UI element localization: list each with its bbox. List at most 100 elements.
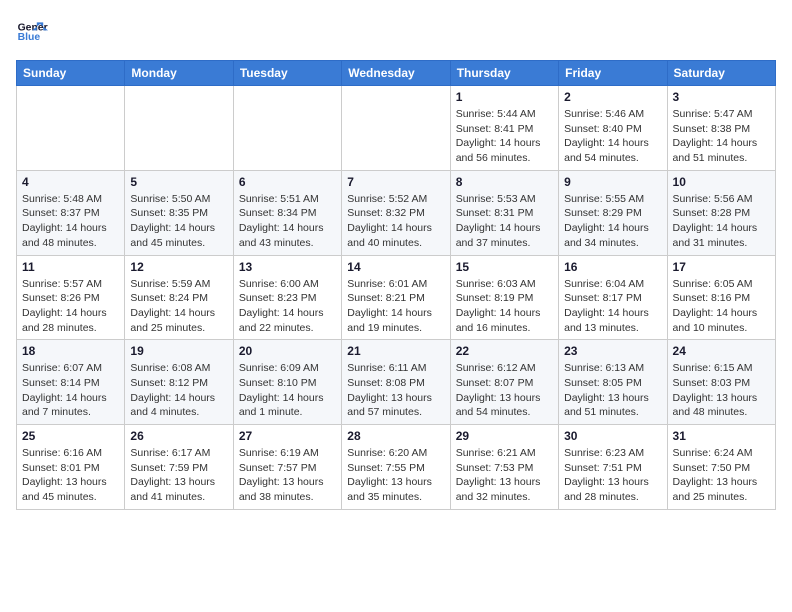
day-info: Sunrise: 5:46 AMSunset: 8:40 PMDaylight:…	[564, 107, 661, 166]
calendar-cell: 29 Sunrise: 6:21 AMSunset: 7:53 PMDayligh…	[450, 425, 558, 510]
day-number: 12	[130, 260, 227, 274]
col-header-tuesday: Tuesday	[233, 61, 341, 86]
day-number: 15	[456, 260, 553, 274]
day-number: 21	[347, 344, 444, 358]
calendar-cell: 9Sunrise: 5:55 AMSunset: 8:29 PMDaylight…	[559, 170, 667, 255]
calendar-cell: 30 Sunrise: 6:23 AMSunset: 7:51 PMDayligh…	[559, 425, 667, 510]
calendar-cell: 20 Sunrise: 6:09 AMSunset: 8:10 PMDayligh…	[233, 340, 341, 425]
day-number: 16	[564, 260, 661, 274]
calendar-cell: 22 Sunrise: 6:12 AMSunset: 8:07 PMDayligh…	[450, 340, 558, 425]
day-info: Sunrise: 6:20 AMSunset: 7:55 PMDaylight:…	[347, 446, 444, 505]
calendar-cell: 25 Sunrise: 6:16 AMSunset: 8:01 PMDayligh…	[17, 425, 125, 510]
day-number: 2	[564, 90, 661, 104]
calendar-week-1: 1 Sunrise: 5:44 AMSunset: 8:41 PMDaylight…	[17, 86, 776, 171]
day-info: Sunrise: 6:07 AMSunset: 8:14 PMDaylight:…	[22, 361, 119, 420]
calendar-cell: 2 Sunrise: 5:46 AMSunset: 8:40 PMDaylight…	[559, 86, 667, 171]
day-number: 27	[239, 429, 336, 443]
day-number: 22	[456, 344, 553, 358]
day-number: 17	[673, 260, 770, 274]
calendar-cell: 24Sunrise: 6:15 AMSunset: 8:03 PMDayligh…	[667, 340, 775, 425]
day-info: Sunrise: 6:00 AMSunset: 8:23 PMDaylight:…	[239, 277, 336, 336]
calendar-cell	[342, 86, 450, 171]
col-header-sunday: Sunday	[17, 61, 125, 86]
logo-icon: General Blue	[16, 16, 48, 48]
day-info: Sunrise: 5:50 AMSunset: 8:35 PMDaylight:…	[130, 192, 227, 251]
svg-text:Blue: Blue	[18, 32, 41, 43]
day-info: Sunrise: 6:13 AMSunset: 8:05 PMDaylight:…	[564, 361, 661, 420]
day-info: Sunrise: 6:23 AMSunset: 7:51 PMDaylight:…	[564, 446, 661, 505]
col-header-monday: Monday	[125, 61, 233, 86]
calendar-cell: 1 Sunrise: 5:44 AMSunset: 8:41 PMDaylight…	[450, 86, 558, 171]
calendar-cell: 31 Sunrise: 6:24 AMSunset: 7:50 PMDayligh…	[667, 425, 775, 510]
page-header: General Blue	[16, 16, 776, 48]
calendar-cell	[233, 86, 341, 171]
day-info: Sunrise: 6:19 AMSunset: 7:57 PMDaylight:…	[239, 446, 336, 505]
calendar-cell: 6Sunrise: 5:51 AMSunset: 8:34 PMDaylight…	[233, 170, 341, 255]
day-number: 23	[564, 344, 661, 358]
day-number: 1	[456, 90, 553, 104]
day-number: 26	[130, 429, 227, 443]
col-header-thursday: Thursday	[450, 61, 558, 86]
day-info: Sunrise: 6:11 AMSunset: 8:08 PMDaylight:…	[347, 361, 444, 420]
day-number: 4	[22, 175, 119, 189]
calendar-cell: 19 Sunrise: 6:08 AMSunset: 8:12 PMDayligh…	[125, 340, 233, 425]
day-info: Sunrise: 5:59 AMSunset: 8:24 PMDaylight:…	[130, 277, 227, 336]
day-info: Sunrise: 5:48 AMSunset: 8:37 PMDaylight:…	[22, 192, 119, 251]
calendar-cell: 10Sunrise: 5:56 AMSunset: 8:28 PMDayligh…	[667, 170, 775, 255]
calendar-cell: 5 Sunrise: 5:50 AMSunset: 8:35 PMDaylight…	[125, 170, 233, 255]
calendar-cell: 28Sunrise: 6:20 AMSunset: 7:55 PMDayligh…	[342, 425, 450, 510]
day-info: Sunrise: 6:15 AMSunset: 8:03 PMDaylight:…	[673, 361, 770, 420]
calendar-cell: 8 Sunrise: 5:53 AMSunset: 8:31 PMDaylight…	[450, 170, 558, 255]
day-info: Sunrise: 6:03 AMSunset: 8:19 PMDaylight:…	[456, 277, 553, 336]
day-info: Sunrise: 5:53 AMSunset: 8:31 PMDaylight:…	[456, 192, 553, 251]
calendar-cell: 11 Sunrise: 5:57 AMSunset: 8:26 PMDayligh…	[17, 255, 125, 340]
day-info: Sunrise: 6:16 AMSunset: 8:01 PMDaylight:…	[22, 446, 119, 505]
day-number: 14	[347, 260, 444, 274]
day-number: 5	[130, 175, 227, 189]
day-number: 20	[239, 344, 336, 358]
calendar-week-2: 4 Sunrise: 5:48 AMSunset: 8:37 PMDaylight…	[17, 170, 776, 255]
calendar-cell	[17, 86, 125, 171]
calendar-week-3: 11 Sunrise: 5:57 AMSunset: 8:26 PMDayligh…	[17, 255, 776, 340]
day-info: Sunrise: 6:08 AMSunset: 8:12 PMDaylight:…	[130, 361, 227, 420]
day-info: Sunrise: 6:04 AMSunset: 8:17 PMDaylight:…	[564, 277, 661, 336]
calendar-week-4: 18 Sunrise: 6:07 AMSunset: 8:14 PMDayligh…	[17, 340, 776, 425]
day-number: 11	[22, 260, 119, 274]
day-number: 6	[239, 175, 336, 189]
calendar-cell: 12 Sunrise: 5:59 AMSunset: 8:24 PMDayligh…	[125, 255, 233, 340]
calendar-cell: 3 Sunrise: 5:47 AMSunset: 8:38 PMDaylight…	[667, 86, 775, 171]
day-number: 10	[673, 175, 770, 189]
day-number: 31	[673, 429, 770, 443]
calendar-cell	[125, 86, 233, 171]
day-info: Sunrise: 5:44 AMSunset: 8:41 PMDaylight:…	[456, 107, 553, 166]
calendar-cell: 21 Sunrise: 6:11 AMSunset: 8:08 PMDayligh…	[342, 340, 450, 425]
calendar-week-5: 25 Sunrise: 6:16 AMSunset: 8:01 PMDayligh…	[17, 425, 776, 510]
day-number: 7	[347, 175, 444, 189]
calendar-cell: 7 Sunrise: 5:52 AMSunset: 8:32 PMDaylight…	[342, 170, 450, 255]
day-info: Sunrise: 6:21 AMSunset: 7:53 PMDaylight:…	[456, 446, 553, 505]
day-number: 29	[456, 429, 553, 443]
day-info: Sunrise: 6:24 AMSunset: 7:50 PMDaylight:…	[673, 446, 770, 505]
calendar-cell: 16 Sunrise: 6:04 AMSunset: 8:17 PMDayligh…	[559, 255, 667, 340]
calendar-cell: 17Sunrise: 6:05 AMSunset: 8:16 PMDayligh…	[667, 255, 775, 340]
day-number: 9	[564, 175, 661, 189]
day-info: Sunrise: 6:01 AMSunset: 8:21 PMDaylight:…	[347, 277, 444, 336]
day-number: 13	[239, 260, 336, 274]
day-number: 8	[456, 175, 553, 189]
day-number: 3	[673, 90, 770, 104]
day-info: Sunrise: 6:09 AMSunset: 8:10 PMDaylight:…	[239, 361, 336, 420]
calendar-table: SundayMondayTuesdayWednesdayThursdayFrid…	[16, 60, 776, 510]
calendar-header-row: SundayMondayTuesdayWednesdayThursdayFrid…	[17, 61, 776, 86]
day-number: 30	[564, 429, 661, 443]
day-info: Sunrise: 5:52 AMSunset: 8:32 PMDaylight:…	[347, 192, 444, 251]
day-info: Sunrise: 6:17 AMSunset: 7:59 PMDaylight:…	[130, 446, 227, 505]
calendar-cell: 4 Sunrise: 5:48 AMSunset: 8:37 PMDaylight…	[17, 170, 125, 255]
day-info: Sunrise: 6:12 AMSunset: 8:07 PMDaylight:…	[456, 361, 553, 420]
logo: General Blue	[16, 16, 48, 48]
day-number: 19	[130, 344, 227, 358]
day-info: Sunrise: 5:47 AMSunset: 8:38 PMDaylight:…	[673, 107, 770, 166]
day-info: Sunrise: 5:57 AMSunset: 8:26 PMDaylight:…	[22, 277, 119, 336]
day-number: 25	[22, 429, 119, 443]
col-header-saturday: Saturday	[667, 61, 775, 86]
day-number: 18	[22, 344, 119, 358]
